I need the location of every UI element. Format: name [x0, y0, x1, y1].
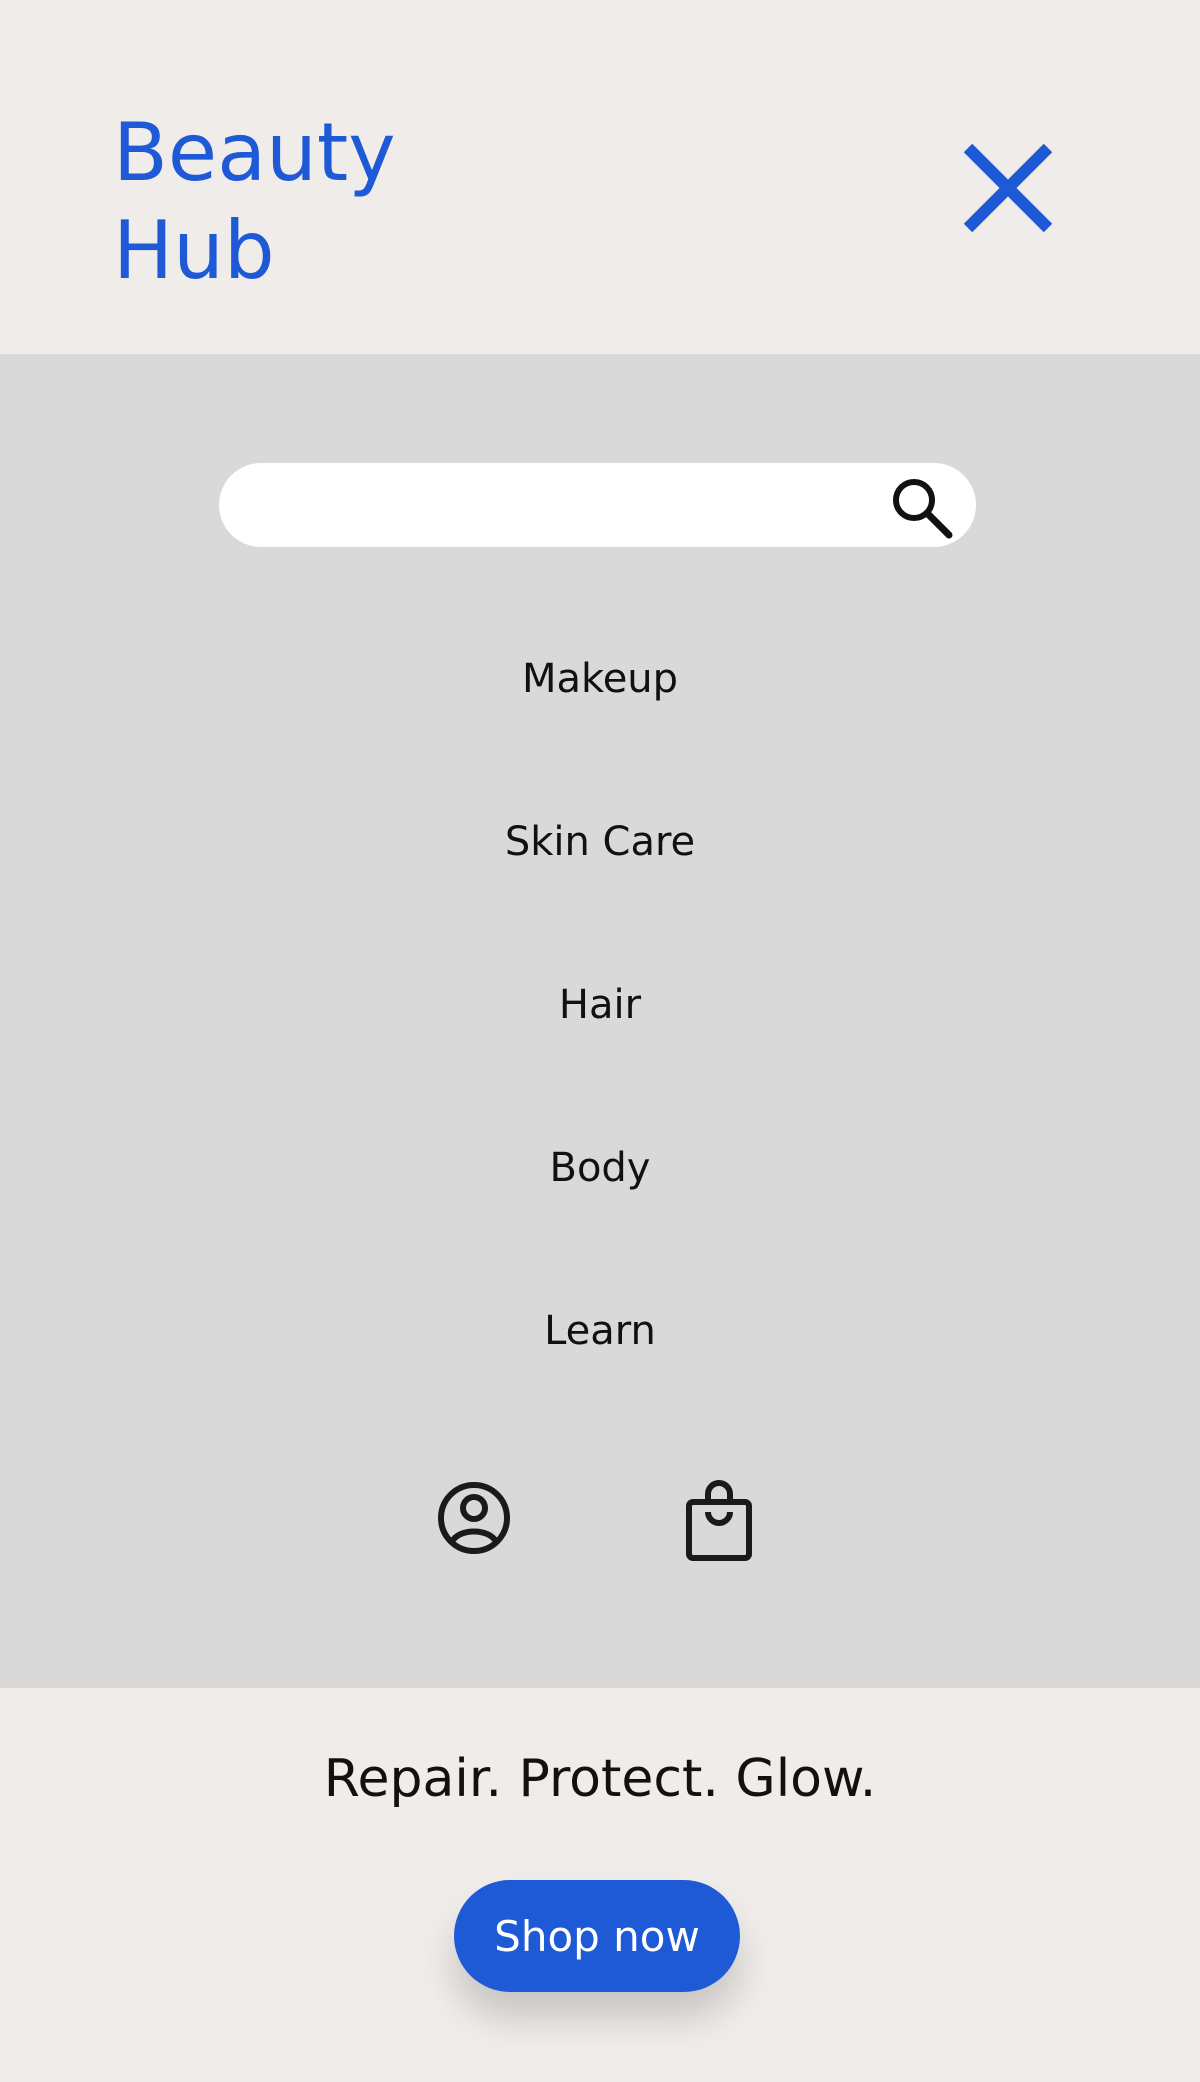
nav-item-makeup: Makeup — [0, 649, 1200, 812]
nav-list: Makeup Skin Care Hair Body Learn — [0, 649, 1200, 1464]
search-bar — [219, 463, 976, 549]
search-icon[interactable] — [887, 471, 957, 541]
site-header: Beauty Hub — [0, 0, 1200, 354]
nav-link-hair[interactable]: Hair — [559, 975, 641, 1035]
brand-logo[interactable]: Beauty Hub — [113, 104, 396, 300]
close-menu-button[interactable] — [948, 128, 1068, 248]
close-icon — [963, 143, 1053, 233]
search-input[interactable] — [253, 463, 877, 549]
nav-item-skin-care: Skin Care — [0, 812, 1200, 975]
nav-link-body[interactable]: Body — [550, 1138, 651, 1198]
brand-name-line-1: Beauty — [113, 106, 396, 199]
utility-icons — [0, 1478, 1200, 1568]
nav-item-learn: Learn — [0, 1301, 1200, 1464]
nav-item-hair: Hair — [0, 975, 1200, 1138]
nav-link-skin-care[interactable]: Skin Care — [505, 812, 695, 872]
nav-item-body: Body — [0, 1138, 1200, 1301]
nav-link-learn[interactable]: Learn — [544, 1301, 656, 1361]
navigation-menu: Makeup Skin Care Hair Body Learn — [0, 354, 1200, 1688]
hero-tagline: Repair. Protect. Glow. — [323, 1749, 877, 1809]
account-icon[interactable] — [436, 1480, 512, 1556]
shop-now-button[interactable]: Shop now — [454, 1880, 740, 1992]
brand-name-line-2: Hub — [113, 204, 275, 297]
shopping-bag-icon[interactable] — [684, 1478, 760, 1562]
nav-link-makeup[interactable]: Makeup — [522, 649, 678, 709]
